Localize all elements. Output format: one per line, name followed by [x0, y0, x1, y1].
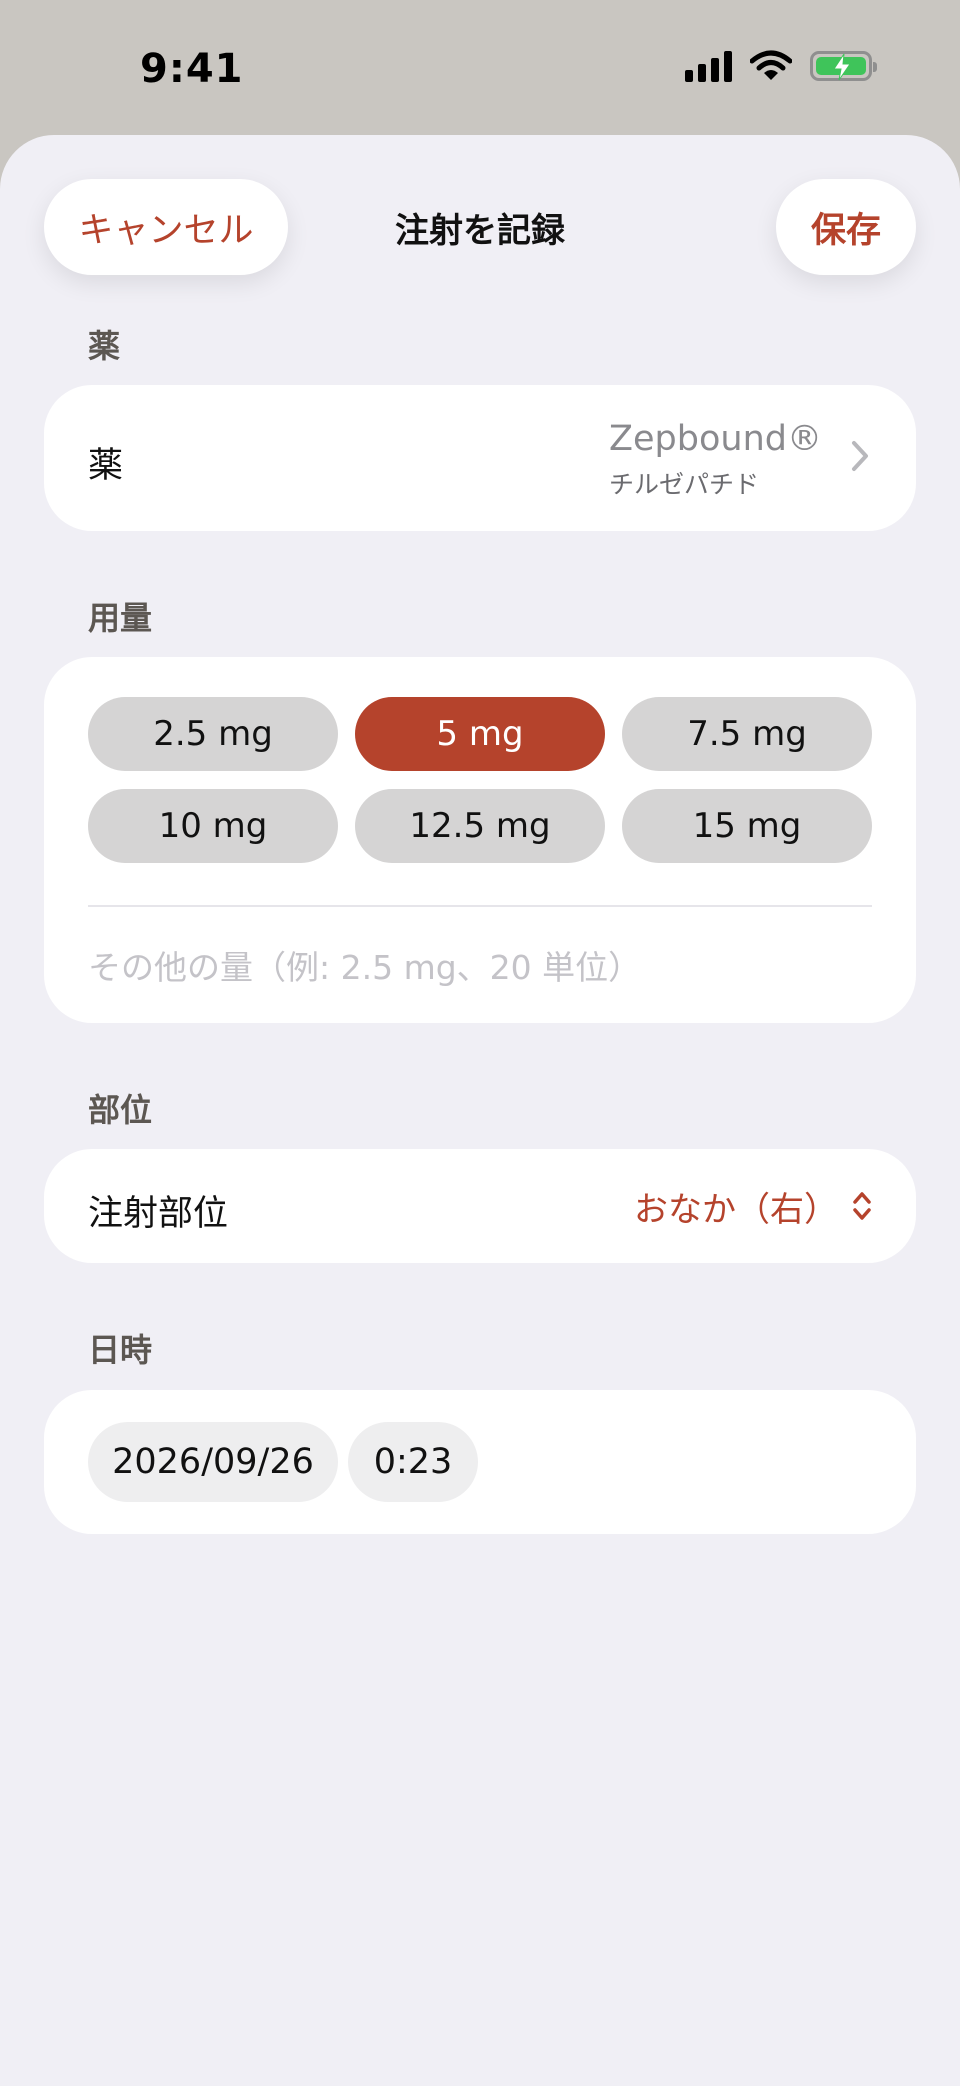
cellular-signal-icon	[685, 50, 732, 82]
time-picker-button[interactable]: 0:23	[348, 1422, 478, 1502]
battery-charging-icon	[810, 51, 877, 81]
date-picker-button[interactable]: 2026/09/26	[88, 1422, 338, 1502]
dose-chip-selected[interactable]: 5 mg	[355, 697, 605, 771]
wifi-icon	[750, 50, 792, 80]
dose-section-header: 用量	[88, 599, 153, 637]
medication-row[interactable]: 薬 Zepbound® チルゼパチド	[44, 385, 916, 531]
divider	[88, 905, 872, 907]
injection-site-value: おなか（右）	[634, 1189, 838, 1230]
dose-chip[interactable]: 12.5 mg	[355, 789, 605, 863]
chevron-right-icon	[852, 441, 868, 471]
injection-site-picker[interactable]: おなか（右）	[634, 1149, 872, 1263]
dose-chip[interactable]: 2.5 mg	[88, 697, 338, 771]
datetime-section-header: 日時	[88, 1331, 153, 1369]
medication-generic-name: チルゼパチド	[609, 470, 760, 499]
chevron-up-down-icon	[853, 1192, 871, 1220]
medication-section-header: 薬	[88, 327, 121, 365]
save-button[interactable]: 保存	[776, 179, 916, 275]
datetime-card: 2026/09/26 0:23	[44, 1390, 916, 1534]
medication-name: Zepbound®	[609, 419, 822, 459]
status-bar: 9:41	[0, 0, 960, 136]
medication-row-label: 薬	[88, 446, 124, 486]
other-dose-input[interactable]	[88, 937, 872, 997]
status-time: 9:41	[140, 46, 244, 92]
dose-chip[interactable]: 15 mg	[622, 789, 872, 863]
dose-chip[interactable]: 7.5 mg	[622, 697, 872, 771]
injection-log-sheet: キャンセル 注射を記録 保存 薬 薬 Zepbound® チルゼパチド 用量 2…	[0, 135, 960, 2086]
site-section-header: 部位	[88, 1091, 153, 1129]
medication-value: Zepbound® チルゼパチド	[609, 419, 822, 501]
dose-chip[interactable]: 10 mg	[88, 789, 338, 863]
dose-card: 2.5 mg 5 mg 7.5 mg 10 mg 12.5 mg 15 mg	[44, 657, 916, 1023]
dose-options: 2.5 mg 5 mg 7.5 mg 10 mg 12.5 mg 15 mg	[88, 697, 872, 863]
injection-site-label: 注射部位	[88, 1194, 229, 1234]
injection-site-row[interactable]: 注射部位 おなか（右）	[44, 1149, 916, 1263]
status-icons	[685, 50, 877, 82]
